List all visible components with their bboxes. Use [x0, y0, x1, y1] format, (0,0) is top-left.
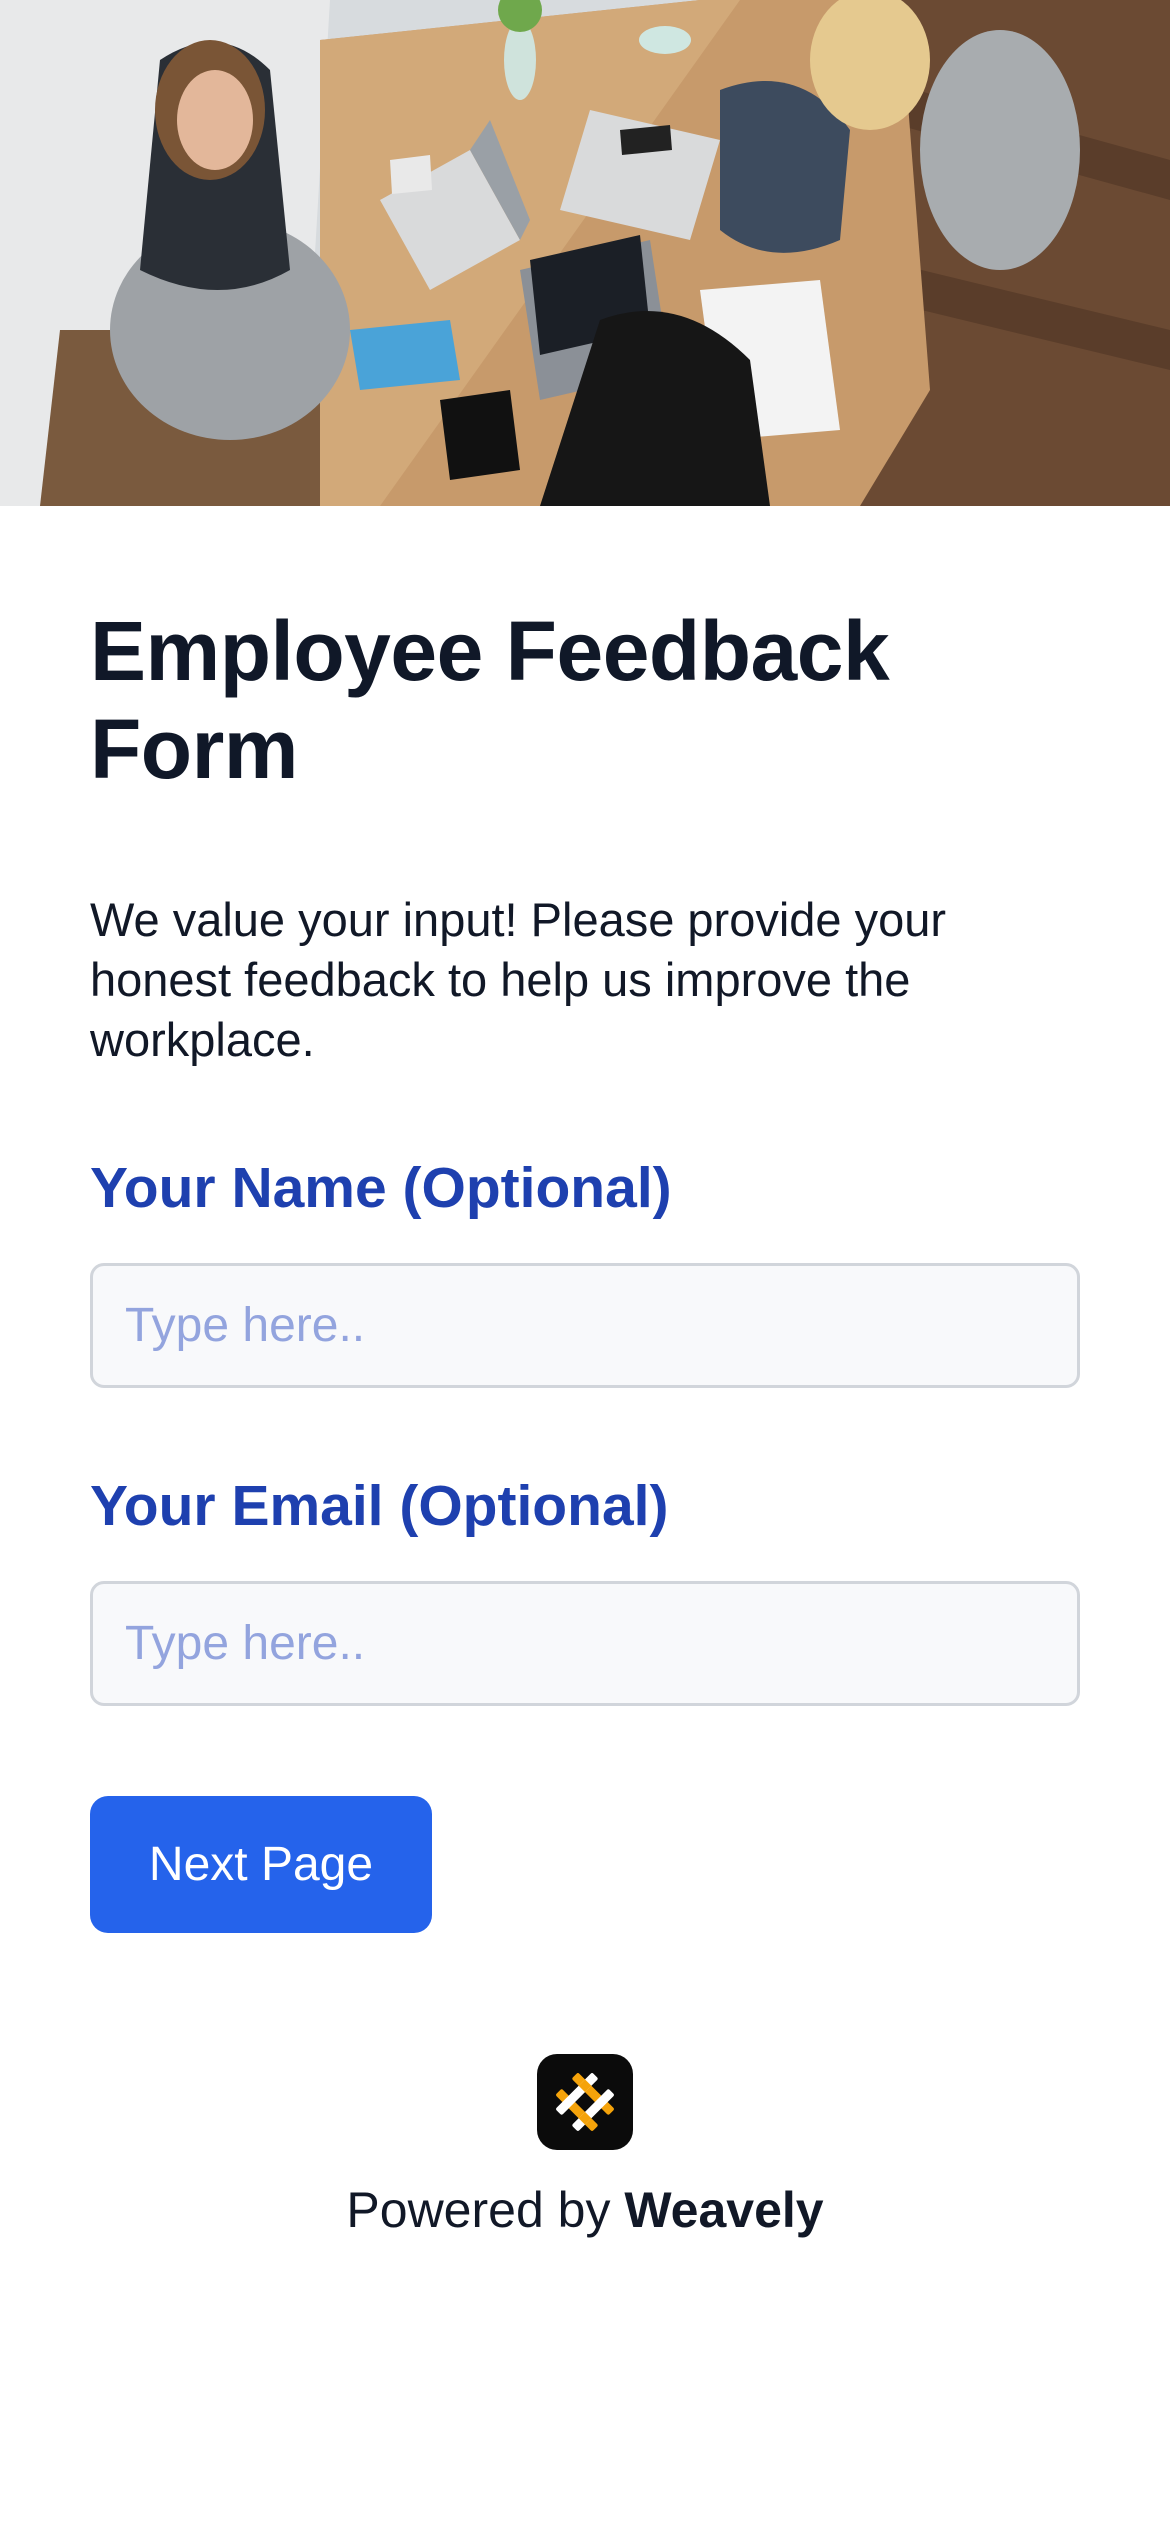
name-input[interactable] [90, 1263, 1080, 1388]
powered-by-footer: Powered by Weavely [0, 2178, 1170, 2242]
form-title: Employee Feedback Form [90, 604, 890, 796]
email-field-label: Your Email (Optional) [90, 1474, 669, 1538]
brand-name-link[interactable]: Weavely [624, 2182, 823, 2238]
email-input[interactable] [90, 1581, 1080, 1706]
hero-image [0, 0, 1170, 506]
form-description: We value your input! Please provide your… [90, 893, 947, 1066]
powered-by-text: Powered by [346, 2182, 611, 2238]
name-field-label: Your Name (Optional) [90, 1156, 672, 1220]
next-page-button[interactable]: Next Page [90, 1796, 432, 1933]
weavely-logo-icon [537, 2054, 633, 2150]
office-meeting-illustration [0, 0, 1170, 506]
